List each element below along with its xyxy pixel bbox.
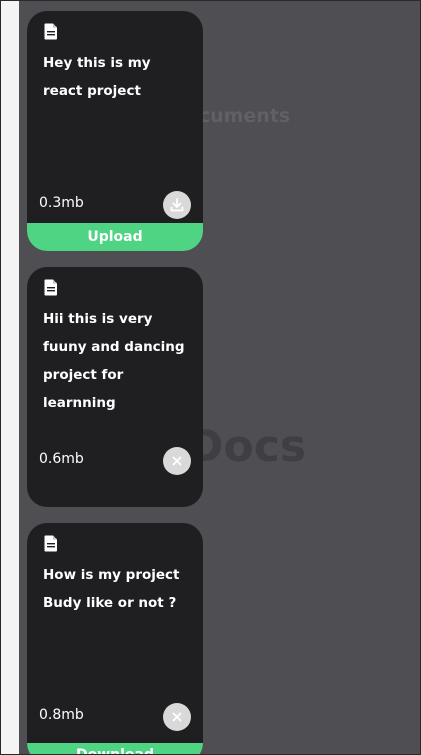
background-title: Docs — [187, 421, 307, 472]
download-icon — [170, 198, 184, 212]
file-size: 0.8mb — [39, 707, 84, 723]
doc-card[interactable]: How is my project Budy like or not ? 0.8… — [27, 523, 203, 754]
close-icon — [172, 712, 182, 722]
file-icon — [44, 535, 57, 552]
browser-viewport: Documents Docs Hey this is my react proj… — [0, 0, 421, 755]
doc-card[interactable]: Hey this is my react project 0.3mb Uploa… — [27, 11, 203, 251]
page-margin — [1, 1, 19, 754]
close-button[interactable] — [163, 703, 191, 731]
upload-button[interactable]: Upload — [27, 223, 203, 251]
file-size: 0.3mb — [39, 195, 84, 211]
docs-app: Documents Docs Hey this is my react proj… — [19, 1, 420, 754]
doc-description: Hii this is very fuuny and dancing proje… — [43, 311, 185, 411]
doc-description: Hey this is my react project — [43, 55, 151, 99]
doc-description: How is my project Budy like or not ? — [43, 567, 180, 611]
doc-card[interactable]: Hii this is very fuuny and dancing proje… — [27, 267, 203, 507]
close-icon — [172, 456, 182, 466]
download-button[interactable] — [163, 191, 191, 219]
file-icon — [44, 279, 57, 296]
close-button[interactable] — [163, 447, 191, 475]
download-button[interactable]: Download — [27, 743, 203, 754]
file-size: 0.6mb — [39, 451, 84, 467]
file-icon — [44, 23, 57, 40]
